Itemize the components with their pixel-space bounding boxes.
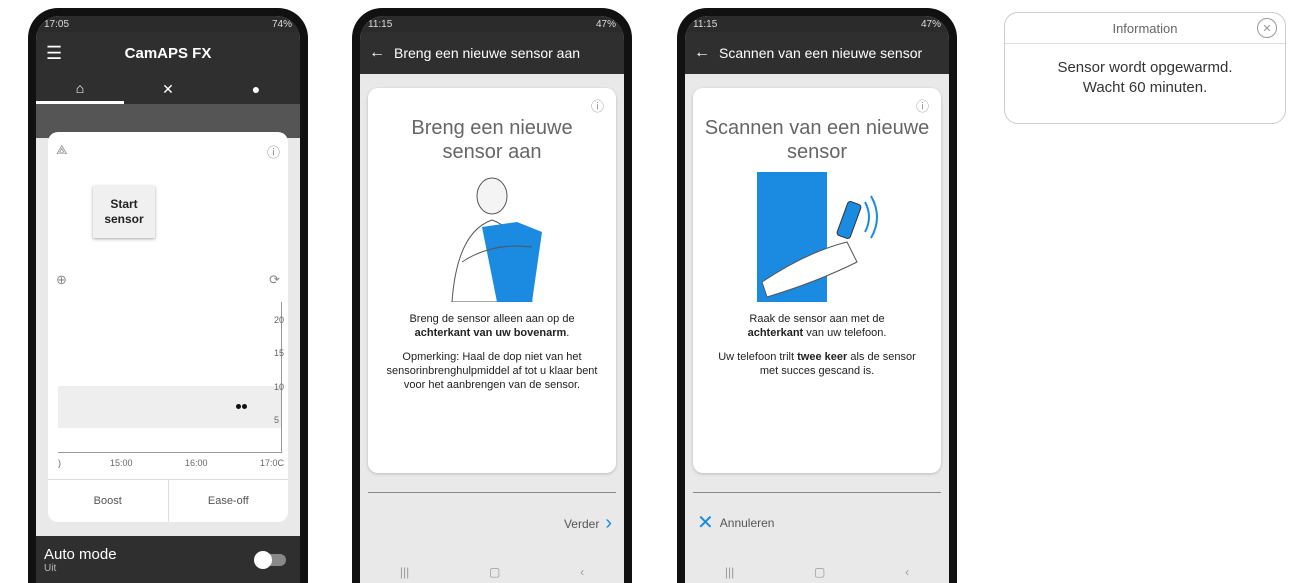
popup-title: Information <box>1112 20 1178 36</box>
sync-icon[interactable]: ⟳ <box>269 272 280 288</box>
screen-title: Breng een nieuwe sensor aan <box>394 45 581 61</box>
ease-off-button[interactable]: Ease-off <box>167 480 289 522</box>
divider <box>368 492 616 493</box>
x-tick: ) <box>58 458 61 468</box>
popup-header: Information ✕ <box>1005 13 1285 44</box>
status-time: 11:15 <box>693 18 718 30</box>
recent-apps-icon[interactable]: ||| <box>725 565 734 579</box>
screen-title: Scannen van een nieuwe sensor <box>719 45 923 61</box>
tab-meal[interactable]: ✕ <box>124 74 212 104</box>
glucose-card: ⟁ ⓘ Start sensor ⊕ ⟳ 20 15 10 5 ) 15:00 … <box>48 132 288 522</box>
y-tick: 20 <box>274 315 285 325</box>
phone-apply-sensor: 11:15 47% ← Breng een nieuwe sensor aan … <box>352 8 632 583</box>
status-bar: 11:15 47% <box>685 16 949 32</box>
info-icon[interactable]: ⓘ <box>916 96 929 115</box>
instruction-card: ⓘ Breng een nieuwe sensor aan Breng de s… <box>368 88 616 473</box>
phone-screen: 11:15 47% ← Breng een nieuwe sensor aan … <box>360 16 624 583</box>
arm-illustration <box>422 172 562 303</box>
close-icon: ✕ <box>697 512 714 534</box>
card-heading: Breng een nieuwe sensor aan <box>411 117 573 163</box>
text-bold: achterkant van uw bovenarm <box>414 327 567 339</box>
phone-scan-sensor: 11:15 47% ← Scannen van een nieuwe senso… <box>677 8 957 583</box>
information-popup: Information ✕ Sensor wordt opgewarmd. Wa… <box>1004 12 1286 124</box>
close-icon[interactable]: ✕ <box>1257 18 1277 38</box>
tab-bar: ⌂ ✕ ● <box>36 74 300 104</box>
app-bar: ☰ CamAPS FX <box>36 32 300 74</box>
text: Breng de sensor alleen aan op de <box>409 313 575 325</box>
data-point <box>236 404 241 409</box>
target-range-band <box>58 386 281 428</box>
text: van uw telefoon. <box>806 327 887 339</box>
phone-screen: 11:15 47% ← Scannen van een nieuwe senso… <box>685 16 949 583</box>
phone-camaps-home: 17:05 74% ☰ CamAPS FX ⌂ ✕ ● ⟁ ⓘ Start se… <box>28 8 308 583</box>
back-arrow-icon[interactable]: ← <box>360 44 394 62</box>
text: Uw telefoon trilt <box>718 351 795 363</box>
x-tick: 16:00 <box>185 458 208 468</box>
divider <box>693 492 941 493</box>
x-tick: 15:00 <box>110 458 133 468</box>
instruction-2: Uw telefoon trilt twee keer als de senso… <box>711 350 923 378</box>
instruction-1: Raak de sensor aan met de achterkant van … <box>711 312 923 340</box>
boost-button[interactable]: Boost <box>48 480 168 522</box>
back-nav-icon[interactable]: ‹ <box>905 565 909 579</box>
glucose-graph <box>58 302 282 453</box>
recent-apps-icon[interactable]: ||| <box>400 565 409 579</box>
y-tick: 10 <box>274 382 285 392</box>
back-arrow-icon[interactable]: ← <box>685 44 719 62</box>
target-icon[interactable]: ⊕ <box>56 272 67 288</box>
home-nav-icon[interactable]: ▢ <box>489 565 500 579</box>
phone-screen: 17:05 74% ☰ CamAPS FX ⌂ ✕ ● ⟁ ⓘ Start se… <box>36 16 300 583</box>
text-bold: twee keer <box>797 351 848 363</box>
text: Raak de sensor aan met de <box>749 313 885 325</box>
start-sensor-label: Start sensor <box>104 197 144 226</box>
cancel-button[interactable]: ✕ Annuleren <box>697 510 774 535</box>
status-bar: 11:15 47% <box>360 16 624 32</box>
text: . <box>566 327 570 339</box>
menu-icon[interactable]: ☰ <box>46 43 62 64</box>
popup-line-2: Wacht 60 minuten. <box>1082 79 1208 96</box>
info-icon[interactable]: ⓘ <box>267 142 280 161</box>
nav-bar: ||| ▢ ‹ <box>360 561 624 583</box>
next-button[interactable]: Verder › <box>564 512 612 535</box>
data-point <box>242 404 247 409</box>
home-nav-icon[interactable]: ▢ <box>814 565 825 579</box>
auto-mode-toggle[interactable] <box>254 551 286 569</box>
chevron-right-icon: › <box>605 512 612 534</box>
popup-message: Sensor wordt opgewarmd. Wacht 60 minuten… <box>1005 58 1285 98</box>
status-time: 17:05 <box>44 18 70 30</box>
popup-line-1: Sensor wordt opgewarmd. <box>1057 59 1233 76</box>
status-battery: 47% <box>595 18 616 30</box>
app-bar: ← Scannen van een nieuwe sensor <box>685 32 949 74</box>
app-title: CamAPS FX <box>124 44 212 62</box>
start-sensor-button[interactable]: Start sensor <box>93 186 155 238</box>
cancel-label: Annuleren <box>719 515 775 530</box>
status-battery: 47% <box>920 18 941 30</box>
y-tick: 15 <box>274 348 285 358</box>
status-bar: 17:05 74% <box>36 16 300 32</box>
next-label: Verder <box>563 516 600 531</box>
status-time: 11:15 <box>368 18 393 30</box>
info-icon[interactable]: ⓘ <box>591 96 604 115</box>
mute-icon[interactable]: ⟁ <box>56 142 68 158</box>
instruction-card: ⓘ Scannen van een nieuwe sensor Raak de … <box>693 88 941 473</box>
tab-home[interactable]: ⌂ <box>36 74 124 104</box>
back-nav-icon[interactable]: ‹ <box>580 565 584 579</box>
cutlery-icon: ✕ <box>162 80 174 97</box>
drop-icon: ● <box>251 81 261 97</box>
home-icon: ⌂ <box>75 79 85 96</box>
app-bar: ← Breng een nieuwe sensor aan <box>360 32 624 74</box>
auto-mode-row: Auto mode Uit <box>36 536 300 583</box>
status-battery: 74% <box>271 18 292 30</box>
instruction-2: Opmerking: Haal de dop niet van het sens… <box>386 351 598 391</box>
scan-illustration <box>747 172 887 302</box>
nav-bar: ||| ▢ ‹ <box>685 561 949 583</box>
tab-glucose[interactable]: ● <box>212 74 300 104</box>
y-tick: 5 <box>274 415 280 425</box>
instruction-1: Breng de sensor alleen aan op de achterka… <box>386 312 598 340</box>
card-heading: Scannen van een nieuwe sensor <box>704 117 930 163</box>
x-tick: 17:0C <box>260 458 285 468</box>
text-bold: achterkant <box>747 327 804 339</box>
